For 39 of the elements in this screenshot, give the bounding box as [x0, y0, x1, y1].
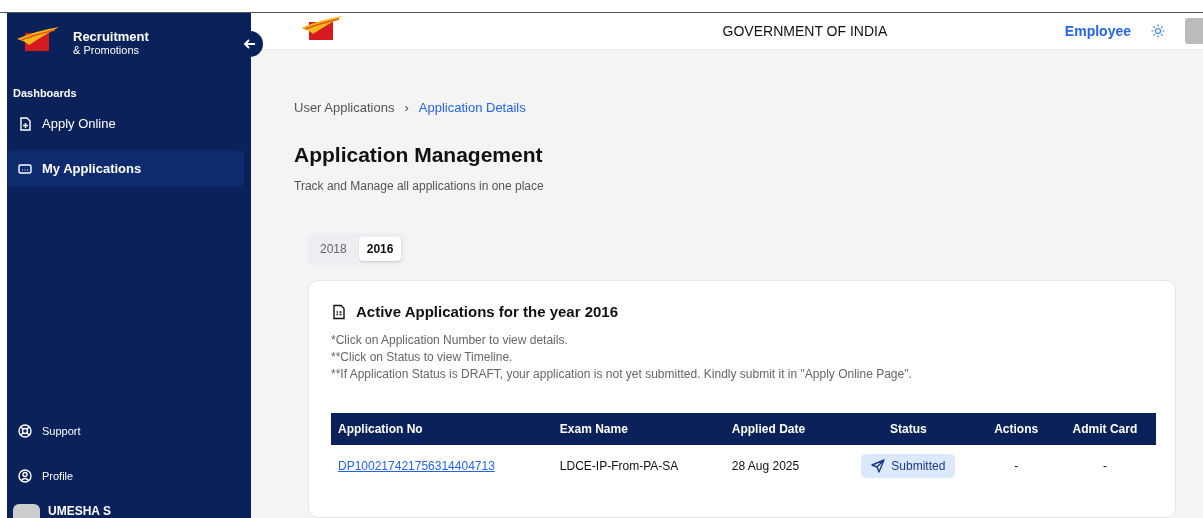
note-text: *Click on Application Number to view details. — [331, 332, 569, 349]
column-header: Status — [838, 413, 979, 445]
application-number-link[interactable]: DP100217421756314404713 — [338, 459, 495, 473]
sidebar-item[interactable]: Support — [7, 412, 244, 449]
document-icon — [331, 303, 347, 320]
table-cell: - — [978, 445, 1054, 487]
sidebar-item[interactable]: Apply Online — [7, 105, 244, 142]
breadcrumb-link[interactable]: User Applications — [294, 100, 395, 115]
note-text: **Click on Status to view Timeline. — [331, 349, 514, 366]
page-title: Application Management — [294, 143, 544, 167]
column-header: Application No — [331, 413, 553, 445]
column-header: Applied Date — [724, 413, 839, 445]
sidebar-item[interactable]: My Applications — [7, 150, 244, 187]
sun-icon[interactable] — [1151, 24, 1165, 38]
status-button[interactable]: Submitted — [861, 454, 956, 478]
header-title: GOVERNMENT OF INDIA — [721, 23, 889, 39]
table-cell: - — [1053, 445, 1156, 487]
breadcrumb-link[interactable]: Application Details — [418, 100, 526, 115]
page-subtitle: Track and Manage all applications in one place — [294, 179, 545, 193]
sidebar-item[interactable]: Profile — [7, 457, 244, 494]
profile-icon — [17, 467, 33, 484]
year-tab[interactable]: 2016 — [358, 237, 402, 261]
card-title: Active Applications for the year 2016 — [356, 303, 619, 320]
support-icon — [17, 422, 33, 439]
column-header: Actions — [978, 413, 1054, 445]
year-tab[interactable]: 2018 — [312, 237, 355, 261]
file-plus-icon — [17, 115, 33, 132]
brand-subtitle: & Promotions — [73, 43, 141, 56]
column-header: Admit Card — [1053, 413, 1156, 445]
brand-title: Recruitment — [73, 28, 149, 44]
table-cell: 28 Aug 2025 — [724, 445, 839, 487]
send-icon — [871, 459, 886, 473]
breadcrumb-separator: › — [404, 100, 409, 115]
table-cell: LDCE-IP-From-PA-SA — [552, 445, 725, 487]
column-header: Exam Name — [552, 413, 725, 445]
user-name: UMESHA S — [48, 504, 111, 518]
section-label: Dashboards — [12, 86, 78, 101]
role-link[interactable]: Employee — [1064, 23, 1131, 39]
note-text: **If Application Status is DRAFT, your application is not yet submitted. Kindly submit it in "Apply Online Page". — [331, 366, 913, 383]
